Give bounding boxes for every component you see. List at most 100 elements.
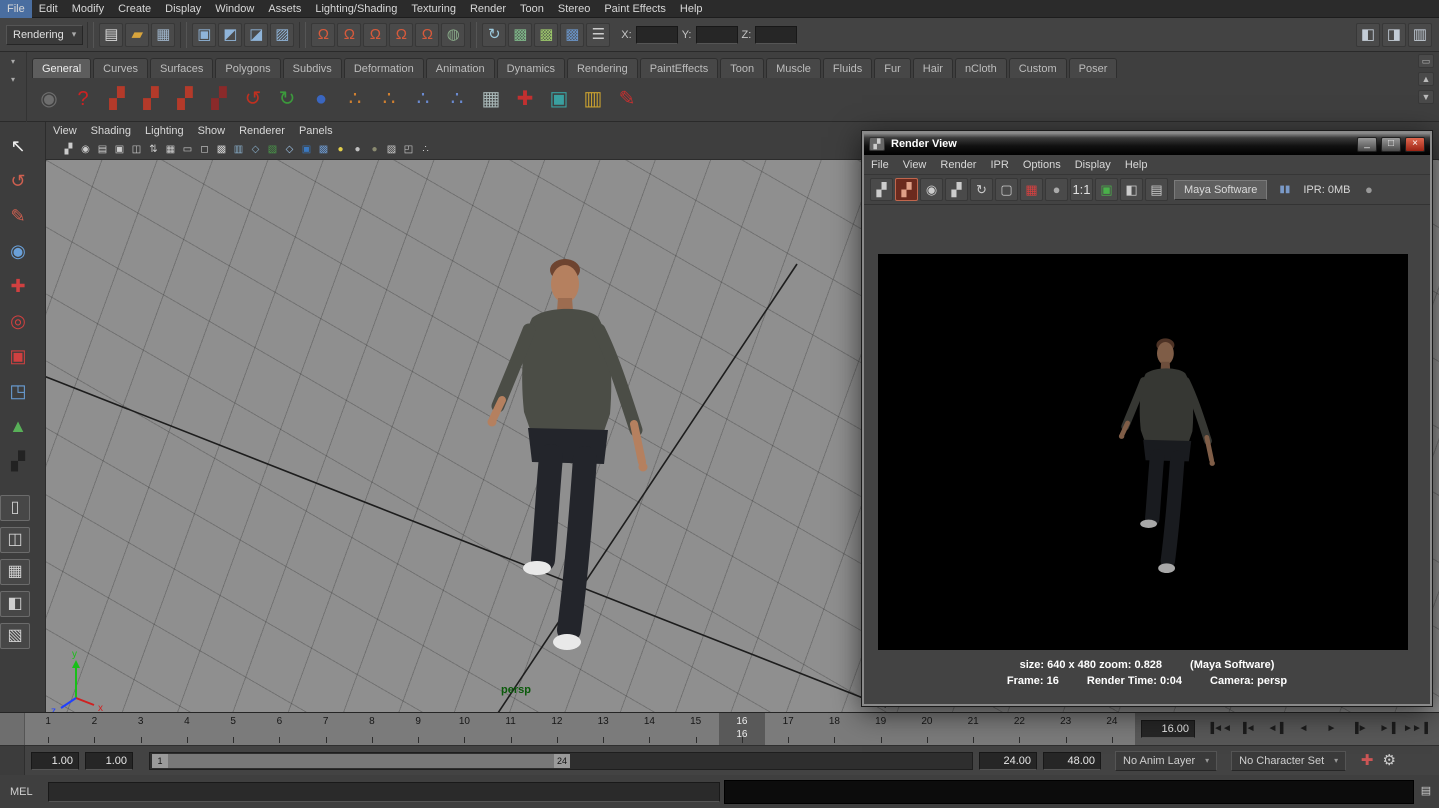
menu-item-ipr[interactable]: IPR (983, 156, 1015, 174)
menu-item-render[interactable]: Render (463, 0, 513, 18)
camera-icon[interactable]: ▞ (101, 83, 133, 115)
timeline-frame-3[interactable]: 3 (118, 713, 164, 745)
vp-light-default-icon[interactable]: ● (349, 142, 366, 158)
last-tool-icon[interactable]: ▞ (0, 444, 36, 477)
collapse-shelf-tabs-icon[interactable]: ▾ (5, 56, 21, 68)
open-render-view-icon[interactable]: ▩ (508, 23, 532, 47)
rgb-channels-icon[interactable]: ▦ (1020, 178, 1043, 201)
minimize-button[interactable]: _ (1357, 137, 1377, 152)
shelf-tab-hair[interactable]: Hair (913, 58, 953, 78)
timeline-frame-19[interactable]: 19 (858, 713, 904, 745)
menu-item-options[interactable]: Options (1016, 156, 1068, 174)
playback-end-field[interactable]: 24.00 (979, 752, 1037, 770)
menu-item-help[interactable]: Help (1118, 156, 1155, 174)
soft-mod-tool-icon[interactable]: ◉ (0, 234, 36, 267)
menu-item-file[interactable]: File (864, 156, 896, 174)
hypergraph-icon[interactable]: ▦ (475, 83, 507, 115)
vp-camera-attributes-icon[interactable]: ▤ (94, 142, 111, 158)
select-by-component-icon[interactable]: ◪ (244, 23, 268, 47)
range-end-handle[interactable]: 24 (554, 754, 570, 768)
render-view-titlebar[interactable]: ▞ Render View _□× (864, 133, 1430, 155)
menu-item-assets[interactable]: Assets (261, 0, 308, 18)
command-input-field[interactable] (48, 782, 720, 802)
paint-brush-icon[interactable]: ✎ (611, 83, 643, 115)
time-slider-grip[interactable] (0, 713, 25, 745)
menu-item-view[interactable]: View (46, 122, 84, 140)
lasso-tool-icon[interactable]: ↺ (0, 164, 36, 197)
select-tool-icon[interactable]: ↖ (0, 129, 36, 162)
highlight-selection-icon[interactable]: ▨ (270, 23, 294, 47)
shelf-tab-fluids[interactable]: Fluids (823, 58, 872, 78)
select-by-hierarchy-icon[interactable]: ▣ (192, 23, 216, 47)
menu-item-renderer[interactable]: Renderer (232, 122, 292, 140)
vp-isolate-select-icon[interactable]: ▨ (383, 142, 400, 158)
timeline-frame-7[interactable]: 7 (303, 713, 349, 745)
timeline-frame-24[interactable]: 24 (1089, 713, 1135, 745)
timeline-frame-5[interactable]: 5 (210, 713, 256, 745)
menu-item-display[interactable]: Display (1068, 156, 1118, 174)
sphere-icon[interactable]: ● (305, 83, 337, 115)
step-back-key-button[interactable]: ▐◄ (1234, 718, 1260, 740)
menu-item-edit[interactable]: Edit (32, 0, 65, 18)
scene-ball-icon[interactable]: ◉ (33, 83, 65, 115)
render-view-window[interactable]: ▞ Render View _□× FileViewRenderIPROptio… (862, 131, 1432, 706)
timeline-frame-13[interactable]: 13 (580, 713, 626, 745)
render-region-icon[interactable]: ▢ (995, 178, 1018, 201)
attribute-editor-toggle-icon[interactable]: ◧ (1356, 23, 1380, 47)
menu-item-texturing[interactable]: Texturing (404, 0, 463, 18)
shelf-tab-rendering[interactable]: Rendering (567, 58, 638, 78)
shelf-tab-fur[interactable]: Fur (874, 58, 911, 78)
menu-item-shading[interactable]: Shading (84, 122, 138, 140)
snap-to-view-plane-icon[interactable]: Ω (415, 23, 439, 47)
asset-boxes-icon[interactable]: ▥ (577, 83, 609, 115)
current-frame-field[interactable]: 16.00 (1141, 720, 1195, 738)
camera-aim-icon[interactable]: ▞ (135, 83, 167, 115)
timeline-frame-23[interactable]: 23 (1043, 713, 1089, 745)
close-button[interactable]: × (1405, 137, 1425, 152)
timeline-frame-17[interactable]: 17 (765, 713, 811, 745)
vp-gate-mask-icon[interactable]: ▩ (213, 142, 230, 158)
animation-end-field[interactable]: 48.00 (1043, 752, 1101, 770)
timeline-frame-4[interactable]: 4 (164, 713, 210, 745)
vp-select-camera-icon[interactable]: ▞ (60, 142, 77, 158)
snap-to-projected-center-icon[interactable]: Ω (389, 23, 413, 47)
vp-safe-title-icon[interactable]: ▧ (264, 142, 281, 158)
renderer-selector[interactable]: Maya Software (1174, 180, 1267, 200)
collapse-shelf-icon[interactable]: ▾ (5, 74, 21, 86)
command-output-area[interactable] (724, 780, 1414, 804)
move-tool-icon[interactable]: ✚ (0, 269, 36, 302)
vp-safe-action-icon[interactable]: ◇ (247, 142, 264, 158)
scale-tool-icon[interactable]: ▣ (0, 339, 36, 372)
vp-textured-icon[interactable]: ▩ (315, 142, 332, 158)
one-to-one-icon[interactable]: 1:1 (1070, 178, 1093, 201)
shelf-tab-ncloth[interactable]: nCloth (955, 58, 1007, 78)
step-forward-key-button[interactable]: ►▐ (1374, 718, 1400, 740)
auto-keyframe-icon[interactable]: ✚ (1357, 749, 1377, 773)
maximize-button[interactable]: □ (1381, 137, 1401, 152)
timeline-frame-15[interactable]: 15 (673, 713, 719, 745)
universal-manipulator-icon[interactable]: ◳ (0, 374, 36, 407)
vp-xray-icon[interactable]: ◰ (400, 142, 417, 158)
menu-item-stereo[interactable]: Stereo (551, 0, 597, 18)
timeline-frame-2[interactable]: 2 (71, 713, 117, 745)
vp-field-chart-icon[interactable]: ▥ (230, 142, 247, 158)
snap-to-curve-icon[interactable]: Ω (337, 23, 361, 47)
shelf-tab-custom[interactable]: Custom (1009, 58, 1067, 78)
locator-pin-icon[interactable]: ✚ (509, 83, 541, 115)
make-live-icon[interactable]: ◍ (441, 23, 465, 47)
render-current-frame-icon[interactable]: ▞ (870, 178, 893, 201)
vp-light-off-icon[interactable]: ● (366, 142, 383, 158)
save-scene-icon[interactable]: ▦ (151, 23, 175, 47)
show-manipulator-icon[interactable]: ▲ (0, 409, 36, 442)
menu-item-window[interactable]: Window (208, 0, 261, 18)
menu-item-display[interactable]: Display (158, 0, 208, 18)
vp-grid-icon[interactable]: ▦ (162, 142, 179, 158)
vp-bookmark-icon[interactable]: ▣ (111, 142, 128, 158)
menu-item-panels[interactable]: Panels (292, 122, 340, 140)
character-set-selector[interactable]: No Character Set ▾ (1231, 751, 1346, 771)
shelf-tab-muscle[interactable]: Muscle (766, 58, 821, 78)
menu-item-help[interactable]: Help (673, 0, 710, 18)
snap-to-grid-icon[interactable]: Ω (311, 23, 335, 47)
render-settings-icon[interactable]: ☰ (586, 23, 610, 47)
redo-previous-render-icon[interactable]: ▞ (895, 178, 918, 201)
